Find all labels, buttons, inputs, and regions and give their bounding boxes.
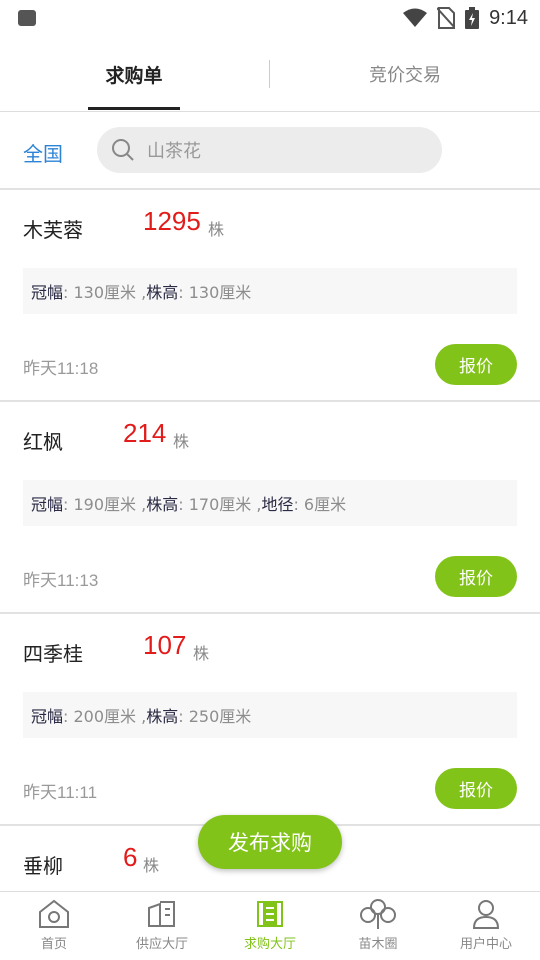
- spec-key: 冠幅: [31, 283, 64, 302]
- spec-panel: 冠幅: 190厘米 , 株高: 170厘米 , 地径: 6厘米: [23, 480, 517, 526]
- search-icon: [112, 139, 134, 161]
- post-time: 昨天11:13: [23, 571, 99, 590]
- quantity: 1295: [143, 206, 201, 236]
- tab-label: 竞价交易: [369, 65, 441, 86]
- search-row: 全国 山茶花: [0, 112, 540, 190]
- app-notification-icon: [18, 10, 36, 26]
- tree-icon: [360, 899, 396, 929]
- wifi-icon: [403, 8, 428, 27]
- battery-charging-icon: [465, 7, 480, 29]
- spec-value: : 250厘米: [178, 707, 252, 726]
- quantity: 6: [123, 842, 138, 872]
- post-time: 昨天11:11: [23, 783, 98, 802]
- plant-name: 四季桂: [23, 642, 83, 666]
- spec-panel: 冠幅: 130厘米 , 株高: 130厘米: [23, 268, 517, 314]
- tab-purchase-orders[interactable]: 求购单: [88, 36, 180, 112]
- purchase-list: 木芙蓉 1295 株 冠幅: 130厘米 , 株高: 130厘米 昨天11:18 …: [0, 190, 540, 896]
- spec-key: 株高: [146, 283, 179, 302]
- search-input[interactable]: 山茶花: [97, 127, 442, 173]
- spec-value: : 190厘米 ,: [63, 495, 147, 514]
- nav-item-home[interactable]: 首页: [0, 892, 108, 960]
- list-item[interactable]: 四季桂 107 株 冠幅: 200厘米 , 株高: 250厘米 昨天11:11 报…: [0, 614, 540, 826]
- nav-label: 用户中心: [459, 937, 512, 952]
- purchase-icon: [257, 901, 283, 927]
- quote-button[interactable]: 报价: [435, 556, 517, 597]
- search-placeholder: 山茶花: [147, 141, 201, 162]
- plant-name: 垂柳: [23, 854, 63, 878]
- region-selector[interactable]: 全国: [23, 138, 63, 167]
- quantity-unit: 株: [208, 220, 225, 239]
- nav-item-community[interactable]: 苗木圈: [324, 892, 432, 960]
- spec-key: 株高: [146, 495, 179, 514]
- supply-icon: [148, 901, 175, 927]
- no-sim-icon: [437, 7, 456, 29]
- quantity: 107: [143, 630, 187, 660]
- status-bar: 9:14: [0, 0, 540, 36]
- spec-key: 株高: [146, 707, 179, 726]
- nav-item-supply[interactable]: 供应大厅: [108, 892, 216, 960]
- quantity: 214: [123, 418, 167, 448]
- tab-divider: [269, 60, 270, 88]
- user-icon: [472, 900, 500, 929]
- spec-value: : 200厘米 ,: [63, 707, 147, 726]
- quantity-unit: 株: [173, 432, 190, 451]
- spec-value: : 170厘米 ,: [178, 495, 262, 514]
- nav-item-purchase[interactable]: 求购大厅: [216, 892, 324, 960]
- tab-bidding[interactable]: 竞价交易: [350, 36, 460, 112]
- quantity-unit: 株: [193, 644, 210, 663]
- spec-value: : 6厘米: [293, 495, 347, 514]
- nav-label: 首页: [40, 937, 67, 952]
- spec-key: 地径: [261, 495, 294, 514]
- spec-value: : 130厘米 ,: [63, 283, 147, 302]
- list-item[interactable]: 木芙蓉 1295 株 冠幅: 130厘米 , 株高: 130厘米 昨天11:18 …: [0, 190, 540, 402]
- home-icon: [39, 899, 69, 928]
- active-tab-indicator: [88, 107, 180, 110]
- spec-key: 冠幅: [31, 707, 64, 726]
- status-time: 9:14: [489, 6, 528, 29]
- nav-label: 苗木圈: [358, 937, 398, 952]
- quantity-unit: 株: [143, 856, 160, 875]
- quote-button[interactable]: 报价: [435, 344, 517, 385]
- quote-button[interactable]: 报价: [435, 768, 517, 809]
- nav-item-user[interactable]: 用户中心: [432, 892, 540, 960]
- tab-label: 求购单: [105, 64, 163, 87]
- list-item[interactable]: 红枫 214 株 冠幅: 190厘米 , 株高: 170厘米 , 地径: 6厘米 昨…: [0, 402, 540, 614]
- post-time: 昨天11:18: [23, 359, 99, 378]
- nav-label: 供应大厅: [135, 937, 188, 952]
- plant-name: 红枫: [23, 430, 63, 454]
- publish-request-button[interactable]: 发布求购: [198, 815, 342, 869]
- spec-panel: 冠幅: 200厘米 , 株高: 250厘米: [23, 692, 517, 738]
- bottom-nav: 首页 供应大厅 求购大厅 苗木圈 用户中心: [0, 891, 540, 960]
- spec-key: 冠幅: [31, 495, 64, 514]
- top-tab-bar: 求购单 竞价交易: [0, 36, 540, 112]
- plant-name: 木芙蓉: [23, 218, 83, 242]
- nav-label: 求购大厅: [243, 937, 296, 952]
- spec-value: : 130厘米: [178, 283, 252, 302]
